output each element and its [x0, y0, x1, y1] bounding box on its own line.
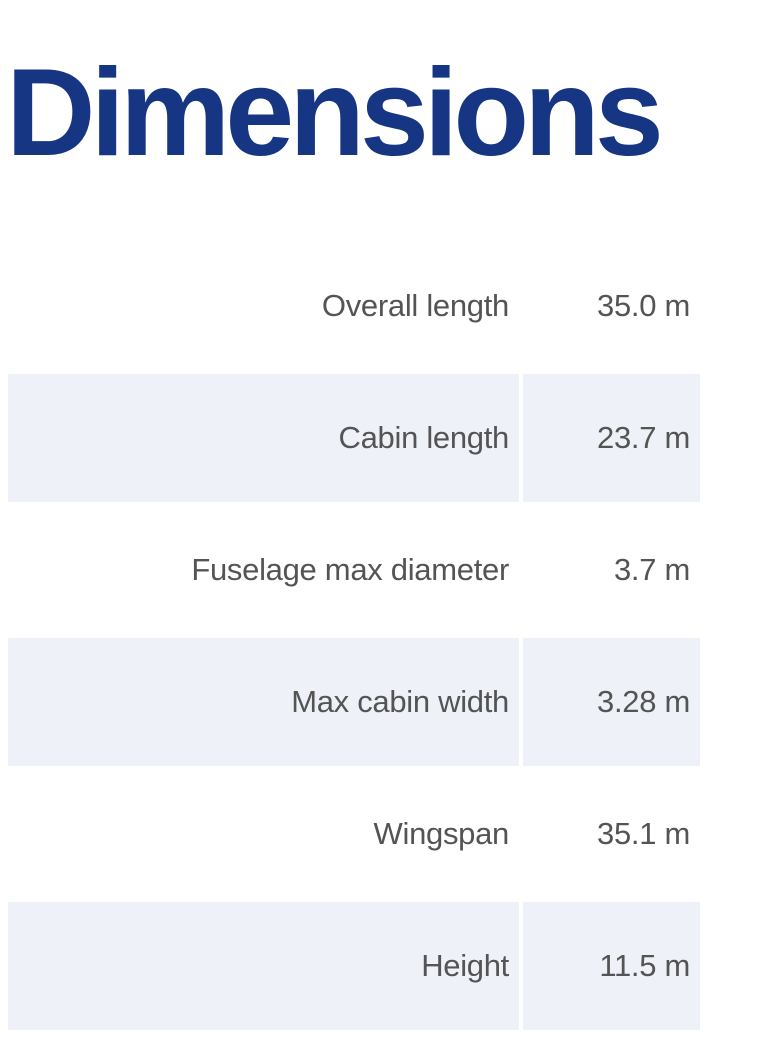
row-value-overall-length: 35.0 m: [597, 288, 690, 323]
row-value-fuselage-max-diameter: 3.7 m: [613, 552, 690, 587]
page-title: Dimensions: [6, 44, 664, 182]
row-label-fuselage-max-diameter: Fuselage max diameter: [191, 552, 509, 587]
table-row-height: Height 11.5 m: [8, 902, 700, 1030]
table-row-wingspan: Wingspan 35.1 m: [8, 770, 700, 898]
dimensions-table: Overall length 35.0 m Cabin length 23.7 …: [8, 242, 700, 1030]
table-row-fuselage-max-diameter: Fuselage max diameter 3.7 m: [8, 506, 700, 634]
row-value-height: 11.5 m: [523, 902, 700, 1030]
row-value-wingspan: 35.1 m: [597, 816, 690, 851]
row-value-max-cabin-width: 3.28 m: [523, 638, 700, 766]
row-label-cabin-length: Cabin length: [8, 374, 519, 502]
table-row-cabin-length: Cabin length 23.7 m: [8, 374, 700, 502]
row-label-max-cabin-width: Max cabin width: [8, 638, 519, 766]
row-value-cabin-length: 23.7 m: [523, 374, 700, 502]
table-row-overall-length: Overall length 35.0 m: [8, 242, 700, 370]
row-label-height: Height: [8, 902, 519, 1030]
table-row-max-cabin-width: Max cabin width 3.28 m: [8, 638, 700, 766]
row-label-wingspan: Wingspan: [373, 816, 510, 851]
row-label-overall-length: Overall length: [321, 288, 509, 323]
